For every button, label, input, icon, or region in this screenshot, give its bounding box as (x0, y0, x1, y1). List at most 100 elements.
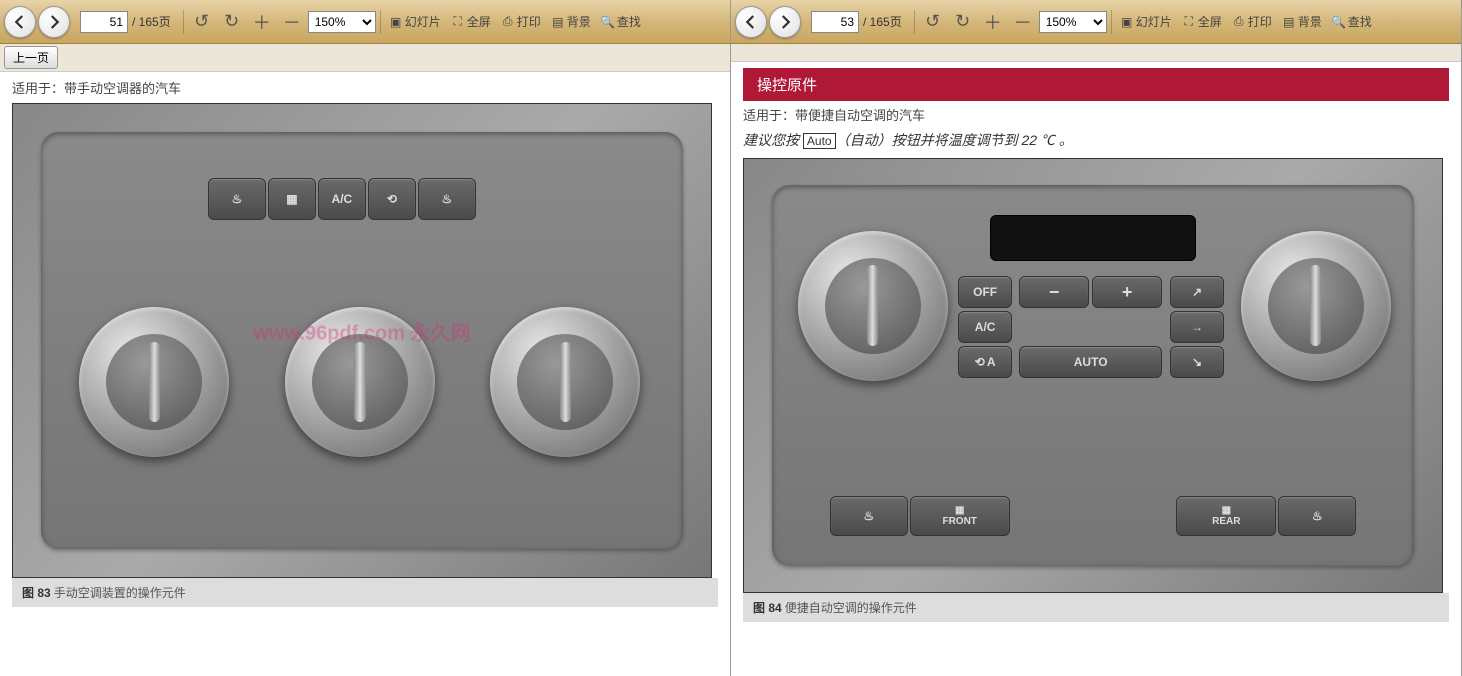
separator (914, 10, 915, 34)
vent-face-button[interactable]: ↗ (1170, 276, 1224, 308)
fan-knob[interactable] (285, 307, 435, 457)
page-total: / 165页 (863, 13, 902, 30)
arrow-left-icon (742, 13, 760, 31)
advice-text: 建议您按 Auto（自动）按钮并将温度调节到 22 ℃ 。 (743, 130, 1449, 150)
forward-button[interactable] (38, 6, 70, 38)
right-temp-knob[interactable] (1241, 231, 1391, 381)
a-label: A (987, 355, 996, 369)
zoom-select[interactable]: 150% (308, 11, 376, 33)
slideshow-button[interactable]: ▣幻灯片 (1116, 13, 1176, 30)
find-label: 查找 (617, 13, 641, 30)
right-btn-col: ↗ → ↘ (1170, 276, 1224, 378)
front-defrost-button[interactable]: ▦FRONT (910, 496, 1010, 536)
separator (380, 10, 381, 34)
background-icon: ▤ (1282, 15, 1296, 29)
sub-toolbar: 上一页 (0, 44, 730, 72)
vent-foot-button[interactable]: ↘ (1170, 346, 1224, 378)
redo-button[interactable]: ↻ (218, 8, 246, 36)
vent-body-icon: → (1191, 320, 1203, 334)
fullscreen-icon: ⛶ (1182, 15, 1196, 29)
forward-button[interactable] (769, 6, 801, 38)
section-header: 操控原件 (743, 68, 1449, 101)
minus-icon: － (283, 9, 301, 35)
page-input[interactable] (811, 11, 859, 33)
auto-label-box: Auto (803, 133, 836, 149)
slideshow-label: 幻灯片 (405, 13, 441, 30)
advice-post: （自动）按钮并将温度调节到 22 ℃ 。 (836, 132, 1073, 148)
redo-icon: ↻ (224, 11, 239, 32)
recirc-auto-button[interactable]: ⟲A (958, 346, 1012, 378)
page-input[interactable] (80, 11, 128, 33)
fullscreen-button[interactable]: ⛶全屏 (1178, 13, 1226, 30)
zoom-in-button[interactable]: ＋ (248, 8, 276, 36)
print-icon: ⎙ (501, 15, 515, 29)
figure-84-image: OFF A/C ⟲A − + AUTO ↗ → ↘ (743, 158, 1443, 593)
left-temp-knob[interactable] (798, 231, 948, 381)
undo-button[interactable]: ↺ (188, 8, 216, 36)
caption-text: 手动空调装置的操作元件 (54, 586, 186, 600)
seat-heat-icon: ♨ (1312, 509, 1323, 523)
document-content: 适用于：带手动空调器的汽车 ♨ ▦ A/C ⟲ ♨ www.96pdf.com … (0, 72, 730, 613)
arrow-right-icon (776, 13, 794, 31)
fan-plus-button[interactable]: + (1092, 276, 1162, 308)
caption-text: 便捷自动空调的操作元件 (785, 601, 917, 615)
right-pane: / 165页 ↺ ↻ ＋ － 150% ▣幻灯片 ⛶全屏 ⎙打印 ▤背景 🔍查找… (731, 0, 1462, 676)
background-button[interactable]: ▤背景 (1278, 13, 1326, 30)
fullscreen-button[interactable]: ⛶全屏 (447, 13, 495, 30)
rear-defrost-button[interactable]: ▦REAR (1176, 496, 1276, 536)
slideshow-label: 幻灯片 (1136, 13, 1172, 30)
redo-button[interactable]: ↻ (949, 8, 977, 36)
ac-button[interactable]: A/C (958, 311, 1012, 343)
find-button[interactable]: 🔍查找 (1328, 13, 1376, 30)
figure-caption: 图 83 手动空调装置的操作元件 (12, 578, 718, 607)
seat-heat-left-button[interactable]: ♨ (208, 178, 266, 220)
rear-defrost-button[interactable]: ▦ (268, 178, 316, 220)
page-indicator: / 165页 (811, 11, 902, 33)
separator (1111, 10, 1112, 34)
back-button[interactable] (735, 6, 767, 38)
redo-icon: ↻ (955, 11, 970, 32)
seat-heat-icon: ♨ (863, 509, 874, 523)
zoom-select[interactable]: 150% (1039, 11, 1107, 33)
prev-page-button[interactable]: 上一页 (4, 46, 58, 69)
print-button[interactable]: ⎙打印 (497, 13, 545, 30)
seat-heat-icon: ♨ (441, 192, 452, 206)
fan-minus-button[interactable]: − (1019, 276, 1089, 308)
minus-icon: － (1014, 9, 1032, 35)
background-button[interactable]: ▤背景 (547, 13, 595, 30)
slideshow-button[interactable]: ▣幻灯片 (385, 13, 445, 30)
climate-display (990, 215, 1196, 261)
slideshow-icon: ▣ (1120, 15, 1134, 29)
off-button[interactable]: OFF (958, 276, 1012, 308)
temp-knob[interactable] (79, 307, 229, 457)
rear-label: REAR (1212, 516, 1240, 527)
seat-heat-right-button[interactable]: ♨ (418, 178, 476, 220)
page-total: / 165页 (132, 13, 171, 30)
zoom-out-button[interactable]: － (1009, 8, 1037, 36)
zoom-out-button[interactable]: － (278, 8, 306, 36)
ac-button[interactable]: A/C (318, 178, 366, 220)
mode-knob[interactable] (490, 307, 640, 457)
find-button[interactable]: 🔍查找 (597, 13, 645, 30)
arrow-right-icon (45, 13, 63, 31)
zoom-in-button[interactable]: ＋ (979, 8, 1007, 36)
bottom-right-row: ▦REAR ♨ (1176, 496, 1356, 536)
center-btn-col: − + AUTO (1019, 276, 1162, 378)
slideshow-icon: ▣ (389, 15, 403, 29)
auto-button[interactable]: AUTO (1019, 346, 1162, 378)
car-icon: ⟲ (975, 355, 985, 369)
print-button[interactable]: ⎙打印 (1228, 13, 1276, 30)
undo-button[interactable]: ↺ (919, 8, 947, 36)
back-button[interactable] (4, 6, 36, 38)
left-pane: / 165页 ↺ ↻ ＋ － 150% ▣幻灯片 ⛶全屏 ⎙打印 ▤背景 🔍查找… (0, 0, 731, 676)
recirc-icon: ⟲ (387, 192, 397, 206)
sub-toolbar (731, 44, 1461, 62)
caption-prefix: 图 84 (753, 601, 782, 615)
seat-heat-left-button[interactable]: ♨ (830, 496, 908, 536)
search-icon: 🔍 (1332, 15, 1346, 29)
vent-body-button[interactable]: → (1170, 311, 1224, 343)
left-btn-col: OFF A/C ⟲A (958, 276, 1012, 378)
print-icon: ⎙ (1232, 15, 1246, 29)
seat-heat-right-button[interactable]: ♨ (1278, 496, 1356, 536)
recirc-button[interactable]: ⟲ (368, 178, 416, 220)
